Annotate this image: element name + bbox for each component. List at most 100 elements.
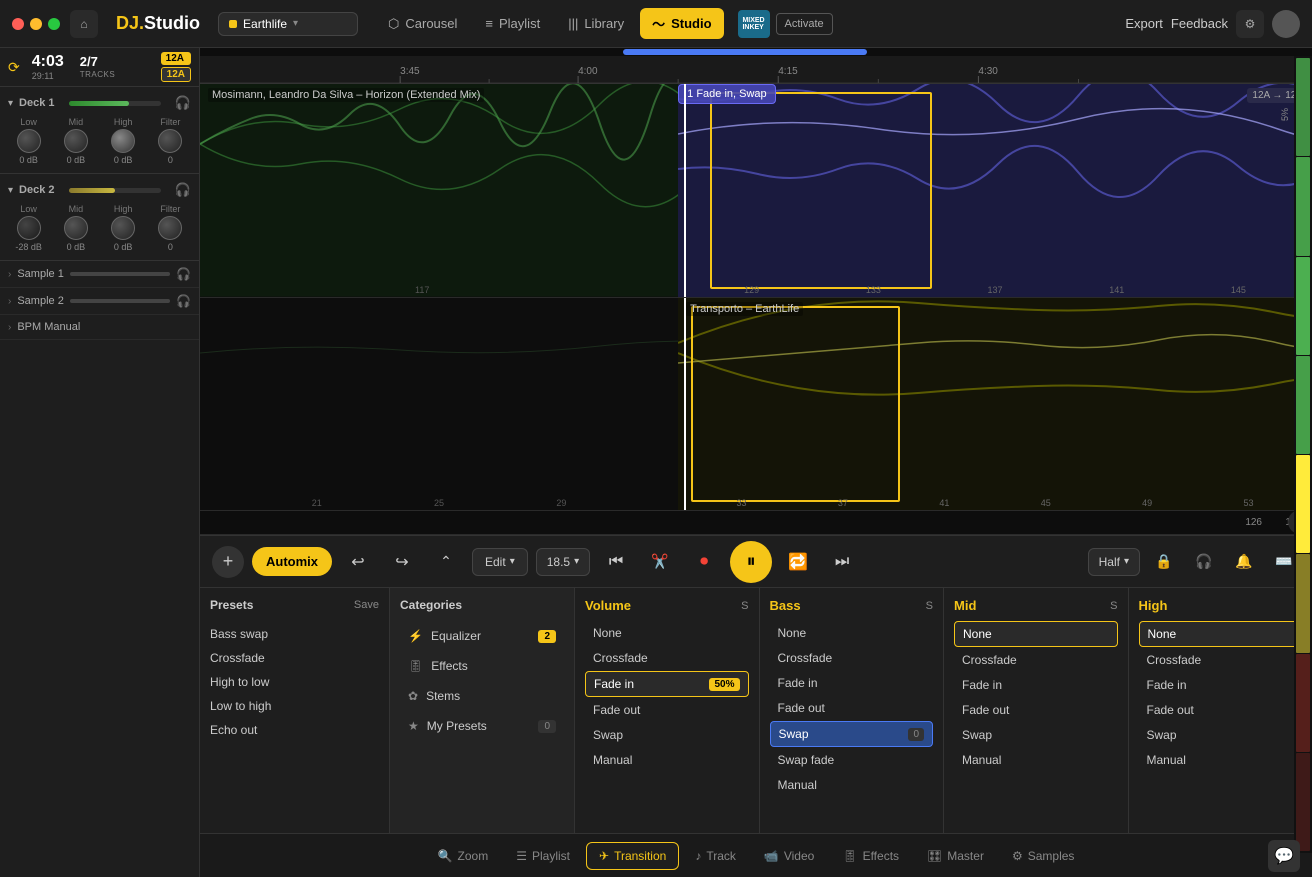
mid-fade-out[interactable]: Fade out bbox=[954, 698, 1118, 722]
high-swap[interactable]: Swap bbox=[1139, 723, 1303, 747]
bass-swap-fade[interactable]: Swap fade bbox=[770, 748, 934, 772]
nav-video[interactable]: 📹 Video bbox=[752, 843, 826, 869]
bass-crossfade[interactable]: Crossfade bbox=[770, 646, 934, 670]
sample-2-headphone-icon[interactable]: 🎧 bbox=[176, 294, 191, 308]
bell-icon[interactable]: 🔔 bbox=[1228, 546, 1260, 578]
bpm-button[interactable]: 18.5 ▾ bbox=[536, 548, 590, 576]
preset-item-high-to-low[interactable]: High to low bbox=[210, 670, 379, 694]
category-mypresets[interactable]: ★ My Presets 0 bbox=[400, 712, 564, 740]
undo-button[interactable]: ↩ bbox=[340, 544, 376, 580]
deck-1-headphone-icon[interactable]: 🎧 bbox=[175, 95, 191, 111]
high-fade-out[interactable]: Fade out bbox=[1139, 698, 1303, 722]
volume-manual[interactable]: Manual bbox=[585, 748, 749, 772]
mid-swap[interactable]: Swap bbox=[954, 723, 1118, 747]
mid-s[interactable]: S bbox=[1110, 600, 1117, 612]
category-effects[interactable]: 🎚 Effects bbox=[400, 652, 564, 680]
feedback-button[interactable]: Feedback bbox=[1171, 16, 1228, 31]
skip-back-button[interactable]: ⏮ bbox=[598, 544, 634, 580]
maximize-btn[interactable] bbox=[48, 18, 60, 30]
bass-fade-out[interactable]: Fade out bbox=[770, 696, 934, 720]
magnet-button[interactable]: ⌃ bbox=[428, 544, 464, 580]
deck-1-expand[interactable]: ▾ bbox=[8, 98, 13, 109]
category-stems[interactable]: ✿ Stems bbox=[400, 682, 564, 710]
preset-item-echo-out[interactable]: Echo out bbox=[210, 718, 379, 742]
mid-fade-in[interactable]: Fade in bbox=[954, 673, 1118, 697]
record-button[interactable]: ⏺ bbox=[686, 544, 722, 580]
pause-button[interactable]: ⏸ bbox=[730, 541, 772, 583]
sample-1-expand[interactable]: › bbox=[8, 269, 11, 280]
volume-fade-in[interactable]: Fade in 50% bbox=[585, 671, 749, 697]
avatar[interactable] bbox=[1272, 10, 1300, 38]
chat-button[interactable]: 💬 bbox=[1268, 840, 1300, 872]
bass-fade-in[interactable]: Fade in bbox=[770, 671, 934, 695]
half-button[interactable]: Half ▾ bbox=[1088, 548, 1140, 576]
bass-manual[interactable]: Manual bbox=[770, 773, 934, 797]
deck-1-high-knob[interactable] bbox=[111, 129, 135, 153]
cut-button[interactable]: ✂️ bbox=[642, 544, 678, 580]
export-button[interactable]: Export bbox=[1125, 16, 1163, 31]
close-btn[interactable] bbox=[12, 18, 24, 30]
high-fade-in[interactable]: Fade in bbox=[1139, 673, 1303, 697]
nav-studio[interactable]: 〜 Studio bbox=[640, 8, 723, 39]
deck-2-headphone-icon[interactable]: 🎧 bbox=[175, 182, 191, 198]
nav-carousel[interactable]: ⬡ Carousel bbox=[376, 8, 469, 39]
lock-icon[interactable]: 🔒 bbox=[1148, 546, 1180, 578]
high-manual[interactable]: Manual bbox=[1139, 748, 1303, 772]
volume-s[interactable]: S bbox=[741, 600, 748, 612]
deck-2-mid-knob[interactable] bbox=[64, 216, 88, 240]
deck-2-expand[interactable]: ▾ bbox=[8, 185, 13, 196]
high-none[interactable]: None bbox=[1139, 621, 1303, 647]
volume-none[interactable]: None bbox=[585, 621, 749, 645]
save-button[interactable]: Save bbox=[354, 599, 379, 611]
sample-2-expand[interactable]: › bbox=[8, 296, 11, 307]
edit-button[interactable]: Edit ▾ bbox=[472, 548, 528, 576]
transition-popup[interactable]: 1 Fade in, Swap bbox=[678, 84, 776, 104]
bass-swap[interactable]: Swap 0 bbox=[770, 721, 934, 747]
minimize-btn[interactable] bbox=[30, 18, 42, 30]
bpm-expand[interactable]: › bbox=[8, 322, 11, 333]
sample-1-fader[interactable] bbox=[70, 272, 170, 276]
preset-item-crossfade[interactable]: Crossfade bbox=[210, 646, 379, 670]
category-equalizer[interactable]: ⚡ Equalizer 2 bbox=[400, 622, 564, 650]
project-selector[interactable]: Earthlife ▾ bbox=[218, 12, 358, 36]
volume-swap[interactable]: Swap bbox=[585, 723, 749, 747]
activate-button[interactable]: Activate bbox=[776, 13, 833, 35]
deck-2-high-knob[interactable] bbox=[111, 216, 135, 240]
nav-track[interactable]: ♪ Track bbox=[683, 843, 748, 869]
preset-item-low-to-high[interactable]: Low to high bbox=[210, 694, 379, 718]
nav-library[interactable]: ||| Library bbox=[556, 8, 636, 39]
nav-playlist-bottom[interactable]: ☰ Playlist bbox=[504, 843, 582, 869]
deck-1-low-knob[interactable] bbox=[17, 129, 41, 153]
bass-none[interactable]: None bbox=[770, 621, 934, 645]
nav-zoom[interactable]: 🔍 Zoom bbox=[426, 843, 501, 869]
preset-item-bass-swap[interactable]: Bass swap bbox=[210, 622, 379, 646]
sample-2-fader[interactable] bbox=[70, 299, 170, 303]
scroll-thumb-top[interactable] bbox=[623, 49, 868, 55]
deck-2-fader[interactable] bbox=[69, 188, 161, 193]
nav-transition[interactable]: ✈ Transition bbox=[586, 842, 679, 870]
skip-fwd-button[interactable]: ⏭ bbox=[824, 544, 860, 580]
mid-manual[interactable]: Manual bbox=[954, 748, 1118, 772]
loop-button[interactable]: 🔁 bbox=[780, 544, 816, 580]
home-button[interactable]: ⌂ bbox=[70, 10, 98, 38]
nav-master[interactable]: 🎛 Master bbox=[915, 843, 996, 869]
deck-1-mid-knob[interactable] bbox=[64, 129, 88, 153]
settings-button[interactable]: ⚙ bbox=[1236, 10, 1264, 38]
deck-2-low-knob[interactable] bbox=[17, 216, 41, 240]
mid-none[interactable]: None bbox=[954, 621, 1118, 647]
add-button[interactable]: + bbox=[212, 546, 244, 578]
deck-1-fader[interactable] bbox=[69, 101, 161, 106]
volume-fade-out[interactable]: Fade out bbox=[585, 698, 749, 722]
automix-button[interactable]: Automix bbox=[252, 547, 332, 576]
deck-2-filter-knob[interactable] bbox=[158, 216, 182, 240]
mid-crossfade[interactable]: Crossfade bbox=[954, 648, 1118, 672]
nav-samples[interactable]: ⚙ Samples bbox=[1000, 843, 1086, 869]
volume-crossfade[interactable]: Crossfade bbox=[585, 646, 749, 670]
sample-1-headphone-icon[interactable]: 🎧 bbox=[176, 267, 191, 281]
deck-1-filter-knob[interactable] bbox=[158, 129, 182, 153]
high-crossfade[interactable]: Crossfade bbox=[1139, 648, 1303, 672]
nav-playlist[interactable]: ≡ Playlist bbox=[473, 8, 552, 39]
bass-s[interactable]: S bbox=[926, 600, 933, 612]
redo-button[interactable]: ↪ bbox=[384, 544, 420, 580]
headphone-icon[interactable]: 🎧 bbox=[1188, 546, 1220, 578]
